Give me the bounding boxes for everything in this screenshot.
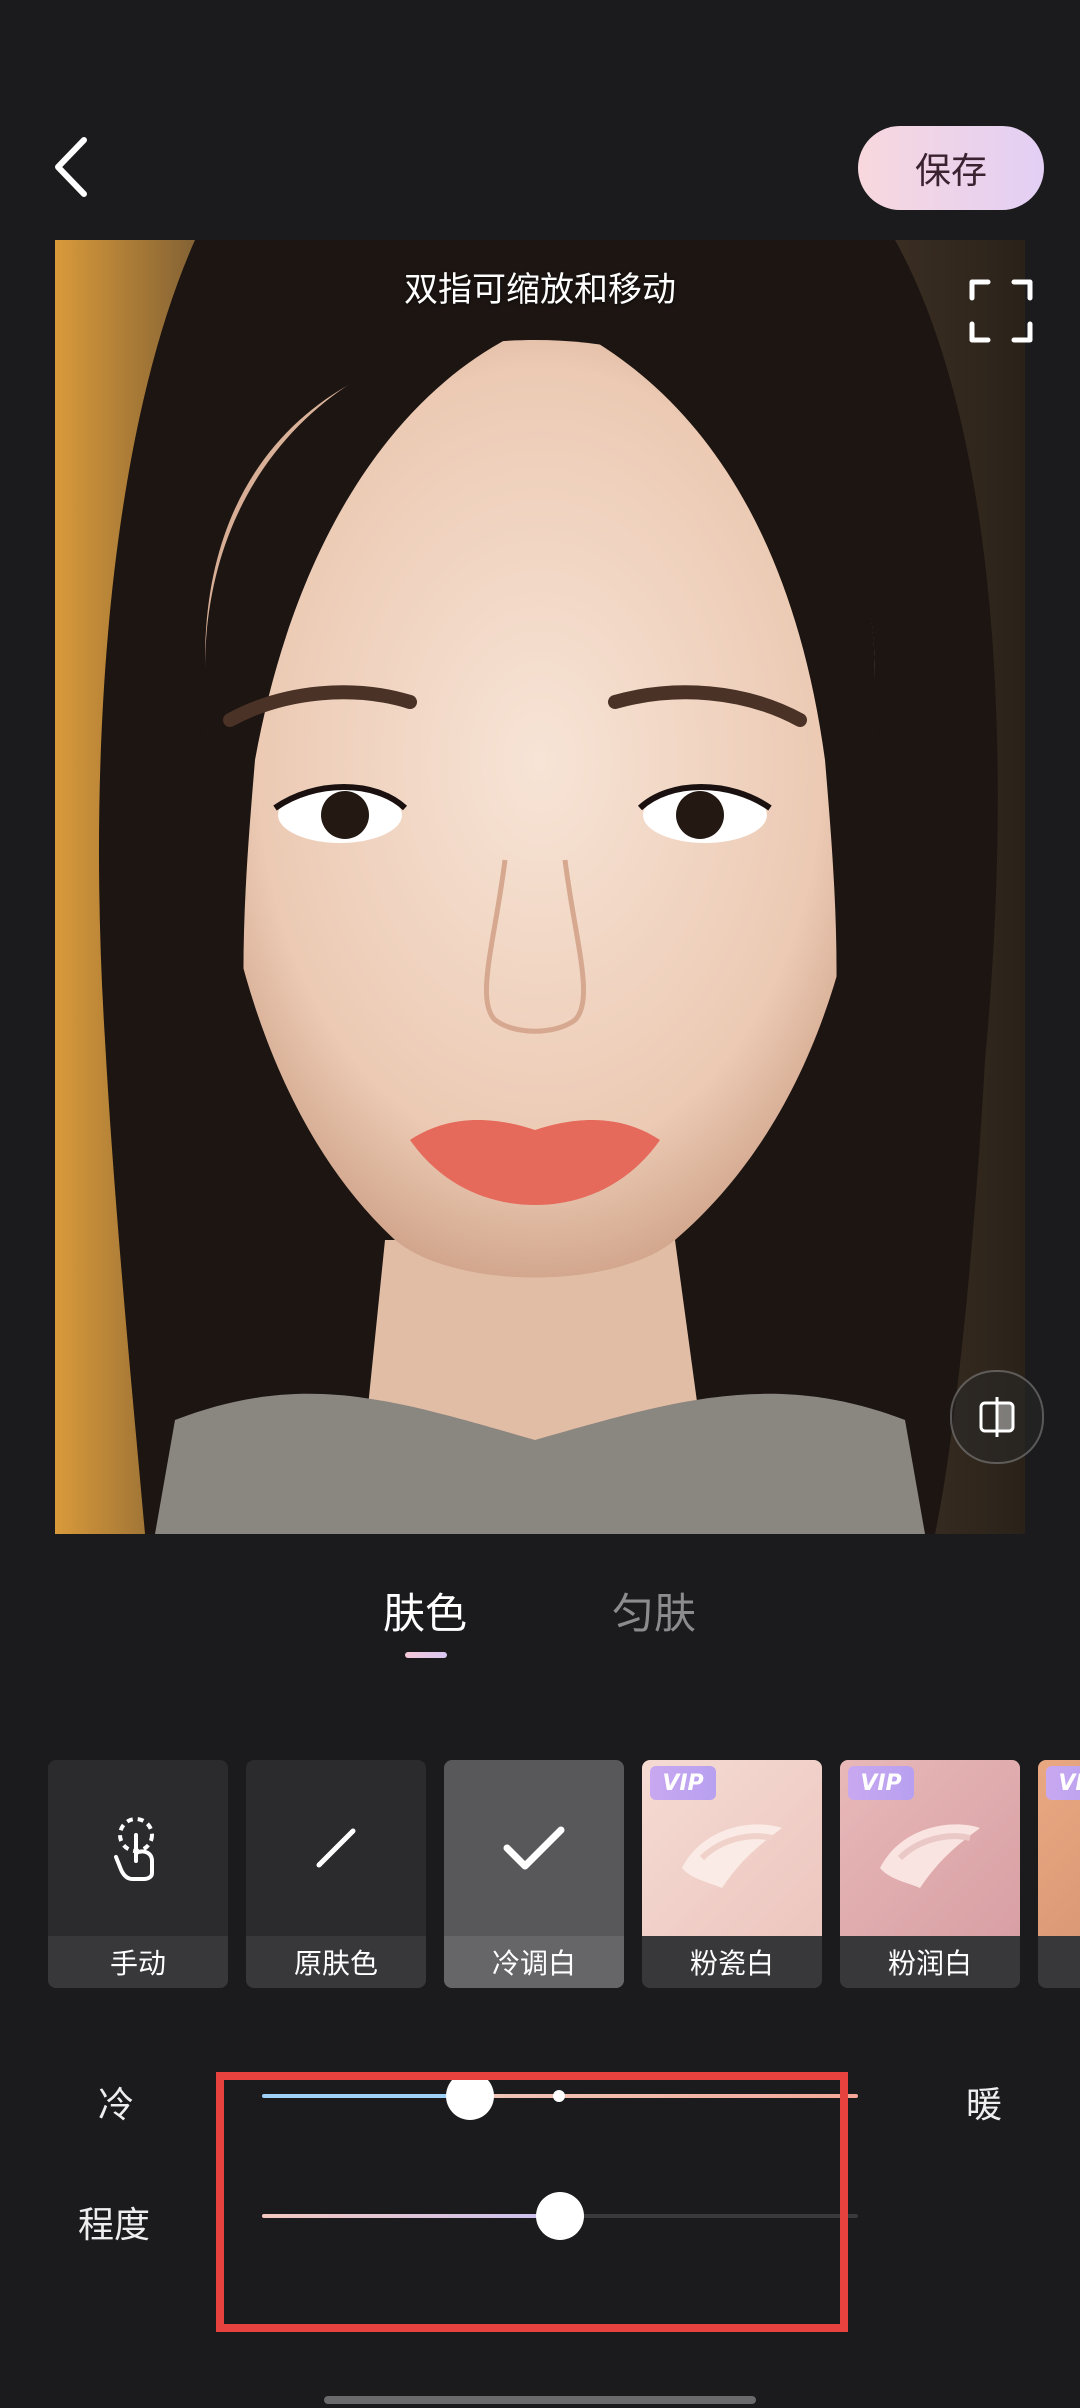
- preset-label: 粉润白: [840, 1936, 1020, 1988]
- highlight-annotation-box: [216, 2072, 848, 2332]
- vip-badge: VIP: [650, 1766, 716, 1800]
- vip-badge: VIP: [1046, 1766, 1080, 1800]
- compare-button[interactable]: [950, 1370, 1044, 1464]
- skin-tone-presets: 手动 原肤色 冷调白 VIP 粉瓷白 VIP 粉润白 V: [48, 1760, 1080, 1988]
- save-button[interactable]: 保存: [858, 126, 1044, 210]
- tab-skin-color[interactable]: 肤色: [383, 1580, 467, 1641]
- preset-label: 原肤色: [246, 1936, 426, 1988]
- portrait-image: [55, 240, 1025, 1534]
- intensity-label: 程度: [78, 2205, 151, 2246]
- vip-badge: VIP: [848, 1766, 914, 1800]
- check-icon: [503, 1826, 565, 1870]
- cream-swatch-icon: [682, 1824, 782, 1888]
- tab-even-skin[interactable]: 匀肤: [612, 1580, 696, 1641]
- active-tab-indicator: [405, 1652, 447, 1658]
- cream-swatch-icon: [880, 1824, 980, 1888]
- preset-label: 粉瓷白: [642, 1936, 822, 1988]
- top-bar: 保存: [0, 0, 1080, 240]
- photo-canvas[interactable]: [55, 240, 1025, 1534]
- zoom-hint-text: 双指可缩放和移动: [404, 270, 676, 310]
- preset-partial[interactable]: VIP: [1038, 1760, 1080, 1988]
- preset-pink-porcelain[interactable]: VIP 粉瓷白: [642, 1760, 822, 1988]
- back-arrow-icon[interactable]: [46, 132, 96, 202]
- preset-manual[interactable]: 手动: [48, 1760, 228, 1988]
- preset-label: [1038, 1936, 1080, 1988]
- preset-label: 手动: [48, 1936, 228, 1988]
- warm-label: 暖: [966, 2085, 1003, 2126]
- fullscreen-icon[interactable]: [968, 278, 1034, 344]
- compare-icon: [979, 1397, 1015, 1437]
- hand-touch-icon: [114, 1817, 154, 1881]
- preset-label: 冷调白: [444, 1936, 624, 1988]
- cool-label: 冷: [98, 2085, 135, 2126]
- preset-original[interactable]: 原肤色: [246, 1760, 426, 1988]
- preset-cool-white[interactable]: 冷调白: [444, 1760, 624, 1988]
- home-indicator[interactable]: [324, 2396, 756, 2404]
- preset-pink-moist[interactable]: VIP 粉润白: [840, 1760, 1020, 1988]
- tab-bar: 肤色 匀肤: [0, 1580, 1080, 1670]
- slash-icon: [316, 1828, 356, 1868]
